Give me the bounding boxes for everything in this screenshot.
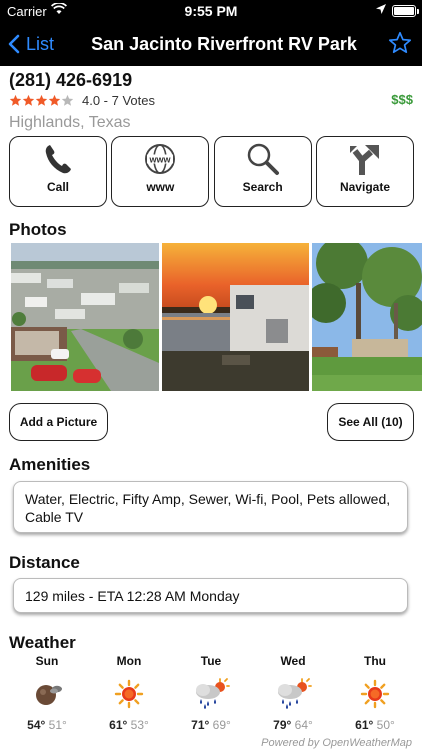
chevron-left-icon bbox=[8, 34, 20, 54]
amenities-box: Water, Electric, Fifty Amp, Sewer, Wi-fi… bbox=[13, 481, 408, 533]
weather-attribution[interactable]: Powered by OpenWeatherMap bbox=[261, 737, 412, 749]
see-all-photos-button[interactable]: See All (10) bbox=[327, 403, 414, 441]
navigation-bar: List San Jacinto Riverfront RV Park bbox=[0, 22, 422, 66]
page-title: San Jacinto Riverfront RV Park bbox=[91, 34, 357, 54]
phone-number[interactable]: (281) 426-6919 bbox=[9, 70, 132, 91]
forecast-day-name: Mon bbox=[116, 654, 142, 668]
call-button-label: Call bbox=[46, 180, 69, 194]
photo-sunset-rv[interactable] bbox=[162, 243, 309, 391]
globe-icon: www bbox=[143, 142, 177, 176]
star-filled-icon bbox=[9, 94, 22, 106]
sun-icon bbox=[88, 674, 170, 714]
battery-tip bbox=[417, 9, 419, 14]
call-button[interactable]: Call bbox=[9, 136, 107, 207]
search-button-label: Search bbox=[242, 180, 283, 194]
location-text: Highlands, Texas bbox=[9, 114, 131, 131]
magnifier-icon bbox=[246, 142, 280, 176]
forecast-low: 64° bbox=[294, 718, 313, 732]
rain-sun-icon bbox=[170, 674, 252, 714]
distance-heading: Distance bbox=[9, 553, 80, 572]
forecast-day: Thu 61° 50° bbox=[334, 654, 416, 732]
website-button-label: www bbox=[146, 180, 175, 194]
forecast-day: Mon 61° 53° bbox=[88, 654, 170, 732]
star-filled-icon bbox=[35, 94, 48, 106]
fork-arrow-icon bbox=[348, 142, 382, 176]
rating-row: 4.0 - 7 Votes $$$ bbox=[9, 92, 413, 108]
add-picture-button[interactable]: Add a Picture bbox=[9, 403, 108, 441]
photo-rv-park-aerial[interactable] bbox=[11, 243, 159, 391]
rain-sun-icon bbox=[252, 674, 334, 714]
back-button[interactable]: List bbox=[8, 22, 54, 66]
weather-heading: Weather bbox=[9, 633, 76, 652]
weather-forecast: Sun 54° 51° Mon 61° 53° Tue 71° 69° Wed … bbox=[0, 654, 422, 738]
navigate-button[interactable]: Navigate bbox=[315, 136, 414, 207]
forecast-high: 61° bbox=[109, 718, 128, 732]
clock: 9:55 PM bbox=[184, 3, 238, 19]
sun-icon bbox=[334, 674, 416, 714]
forecast-high: 54° bbox=[27, 718, 46, 732]
forecast-low: 53° bbox=[130, 718, 149, 732]
phone-icon bbox=[43, 142, 73, 176]
forecast-high: 61° bbox=[355, 718, 374, 732]
back-button-label: List bbox=[26, 33, 55, 54]
photos-heading: Photos bbox=[9, 220, 67, 239]
forecast-day-name: Tue bbox=[200, 654, 222, 668]
favorite-star-icon[interactable] bbox=[388, 31, 412, 60]
amenities-heading: Amenities bbox=[9, 455, 91, 474]
moon-clouds-icon bbox=[6, 674, 88, 714]
search-button[interactable]: Search bbox=[213, 136, 312, 207]
star-filled-icon bbox=[48, 94, 61, 106]
forecast-day-name: Sun bbox=[35, 654, 59, 668]
forecast-day: Wed 79° 64° bbox=[252, 654, 334, 732]
forecast-low: 51° bbox=[48, 718, 67, 732]
forecast-day: Tue 71° 69° bbox=[170, 654, 252, 732]
forecast-low: 50° bbox=[376, 718, 395, 732]
photo-strip[interactable] bbox=[11, 243, 422, 391]
price-level: $$$ bbox=[391, 92, 413, 107]
photo-trees-lake[interactable] bbox=[312, 243, 422, 391]
rating-stars bbox=[9, 94, 74, 107]
location-arrow-icon bbox=[376, 4, 386, 17]
website-button[interactable]: www www bbox=[111, 136, 210, 207]
forecast-high: 71° bbox=[191, 718, 210, 732]
star-empty-icon bbox=[61, 94, 74, 106]
star-filled-icon bbox=[22, 94, 35, 106]
svg-text:www: www bbox=[149, 155, 172, 165]
forecast-day-name: Thu bbox=[364, 654, 386, 668]
navigate-button-label: Navigate bbox=[339, 180, 390, 194]
forecast-day-name: Wed bbox=[280, 654, 306, 668]
status-bar: Carrier 9:55 PM bbox=[0, 0, 422, 22]
rating-text: 4.0 - 7 Votes bbox=[82, 92, 155, 108]
forecast-day: Sun 54° 51° bbox=[6, 654, 88, 732]
battery-icon bbox=[392, 5, 416, 17]
forecast-low: 69° bbox=[212, 718, 231, 732]
forecast-high: 79° bbox=[273, 718, 292, 732]
distance-box: 129 miles - ETA 12:28 AM Monday bbox=[13, 578, 408, 613]
action-buttons: Call www www Search Navigate bbox=[9, 136, 414, 207]
